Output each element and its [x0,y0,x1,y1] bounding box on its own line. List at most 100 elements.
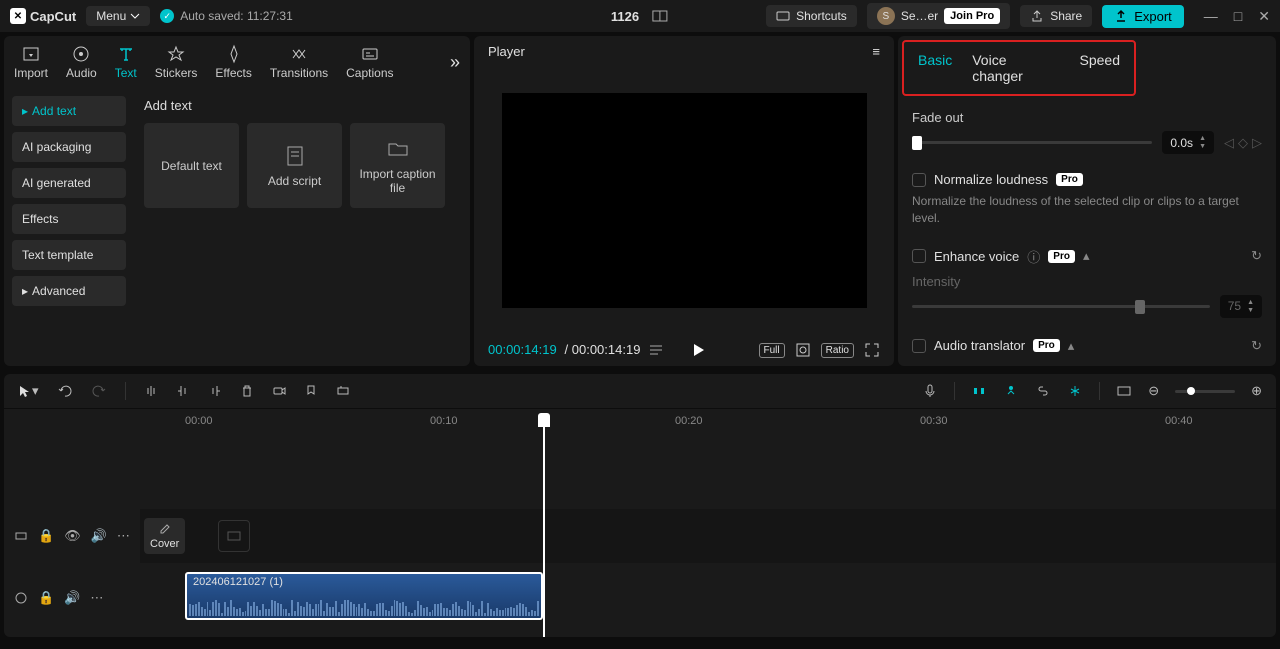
fade-out-slider[interactable] [912,141,1152,144]
ratio-badge[interactable]: Ratio [821,343,854,358]
export-button[interactable]: Export [1102,5,1184,28]
record-icon[interactable] [272,384,286,398]
audio-translator-checkbox[interactable] [912,339,926,353]
timeline-body: 🔒 👁 🔊 ⋯ 🔒 🔊 ⋯ 00:00 00:10 00:20 00 [4,409,1276,637]
video-clip-placeholder[interactable] [218,520,250,552]
top-bar: ✕ CapCut Menu ✓ Auto saved: 11:27:31 112… [0,0,1280,32]
fade-out-value[interactable]: 0.0s ▲▼ [1162,131,1214,154]
add-keyframe-icon[interactable]: ◇ [1238,135,1248,151]
tab-import[interactable]: Import [14,44,48,80]
playlist-icon[interactable] [648,342,664,358]
delete-icon[interactable] [240,384,254,398]
preview-icon[interactable] [1116,383,1132,399]
audio-track-icon[interactable] [14,591,28,605]
tab-stickers[interactable]: Stickers [155,44,198,80]
mic-icon[interactable] [922,383,938,399]
slider-thumb[interactable] [1187,387,1195,395]
collapse-icon[interactable]: ▴ [1083,248,1090,264]
shortcuts-button[interactable]: Shortcuts [766,5,857,27]
play-icon[interactable] [690,342,706,358]
spinner[interactable]: ▲▼ [1199,135,1206,150]
sidebar-item-effects[interactable]: Effects [12,204,126,234]
tab-transitions[interactable]: Transitions [270,44,328,80]
zoom-in-icon[interactable]: ⊕ [1251,383,1262,399]
trim-right-icon[interactable] [208,384,222,398]
full-badge[interactable]: Full [759,343,785,358]
adjust-icon[interactable] [336,384,350,398]
normalize-checkbox[interactable] [912,173,926,187]
volume-icon[interactable]: 🔊 [64,590,80,606]
sidebar-item-ai-generated[interactable]: AI generated [12,168,126,198]
slider-thumb[interactable] [912,136,922,150]
lock-icon[interactable]: 🔒 [38,528,54,544]
video-track[interactable]: Cover [140,509,1276,563]
link-icon[interactable] [1035,383,1051,399]
undo-icon[interactable] [57,383,73,399]
timecode: 00:00:14:19 / 00:00:14:19 [488,342,640,358]
sidebar-item-add-text[interactable]: ▸Add text [12,96,126,126]
volume-icon[interactable]: 🔊 [91,528,107,544]
magnet-icon[interactable] [971,383,987,399]
maximize-icon[interactable]: □ [1234,8,1242,25]
trim-left-icon[interactable] [176,384,190,398]
lock-icon[interactable]: 🔒 [38,590,54,606]
ruler-mark: 00:10 [430,415,458,427]
redo-icon[interactable] [91,383,107,399]
intensity-value[interactable]: 75 ▲▼ [1220,295,1262,318]
tile-default-text[interactable]: Default text [144,123,239,208]
info-icon[interactable]: ⓘ [1027,247,1040,266]
playhead[interactable] [543,413,545,637]
tile-import-caption[interactable]: Import caption file [350,123,445,208]
cover-button[interactable]: Cover [144,518,185,554]
tab-captions[interactable]: Captions [346,44,393,80]
tile-label: Import caption file [354,167,441,195]
marker-icon[interactable] [304,384,318,398]
share-button[interactable]: Share [1020,5,1092,27]
layout-icon[interactable] [651,7,669,25]
tab-more-icon[interactable]: » [450,52,460,73]
tab-audio[interactable]: Audio [66,44,97,80]
eye-icon[interactable]: 👁 [64,528,81,544]
enhance-voice-checkbox[interactable] [912,249,926,263]
export-icon [1114,9,1128,23]
sidebar-item-text-template[interactable]: Text template [12,240,126,270]
more-icon[interactable]: ⋯ [117,528,130,544]
zoom-slider[interactable] [1175,390,1235,393]
tab-basic[interactable]: Basic [918,52,952,84]
prev-keyframe-icon[interactable]: ◁ [1224,135,1234,151]
video-canvas[interactable] [502,93,867,308]
minimize-icon[interactable]: — [1204,8,1218,25]
tile-add-script[interactable]: Add script [247,123,342,208]
audio-track[interactable]: 202406121027 (1) [140,569,1276,623]
user-button[interactable]: S Se…er Join Pro [867,3,1010,29]
more-icon[interactable]: ⋯ [90,590,103,606]
crop-icon[interactable] [795,342,811,358]
slider-thumb[interactable] [1135,300,1145,314]
fullscreen-icon[interactable] [864,342,880,358]
video-track-icon[interactable] [14,529,28,543]
audio-clip[interactable]: 202406121027 (1) [185,572,543,620]
player-menu-icon[interactable]: ≡ [872,44,880,59]
snap-icon[interactable] [1067,383,1083,399]
tab-text[interactable]: Text [115,44,137,80]
reset-icon[interactable]: ↻ [1251,248,1262,264]
zoom-out-icon[interactable]: ⊖ [1148,383,1159,399]
time-ruler[interactable]: 00:00 00:10 00:20 00:30 00:40 [140,409,1276,433]
tab-effects[interactable]: Effects [215,44,251,80]
collapse-icon[interactable]: ▴ [1068,338,1075,354]
reset-icon[interactable]: ↻ [1251,338,1262,354]
sidebar-item-advanced[interactable]: ▸Advanced [12,276,126,306]
tracks-area[interactable]: 00:00 00:10 00:20 00:30 00:40 Cover [140,409,1276,637]
menu-button[interactable]: Menu [86,6,150,26]
next-keyframe-icon[interactable]: ▷ [1252,135,1262,151]
spinner[interactable]: ▲▼ [1247,299,1254,314]
tab-speed[interactable]: Speed [1080,52,1120,84]
player-title: Player [488,44,525,59]
tab-voice-changer[interactable]: Voice changer [972,52,1059,84]
close-icon[interactable]: ✕ [1258,8,1270,25]
intensity-slider[interactable] [912,305,1210,308]
cursor-tool[interactable]: ▾ [18,383,39,399]
auto-align-icon[interactable] [1003,383,1019,399]
sidebar-item-ai-packaging[interactable]: AI packaging [12,132,126,162]
split-icon[interactable] [144,384,158,398]
